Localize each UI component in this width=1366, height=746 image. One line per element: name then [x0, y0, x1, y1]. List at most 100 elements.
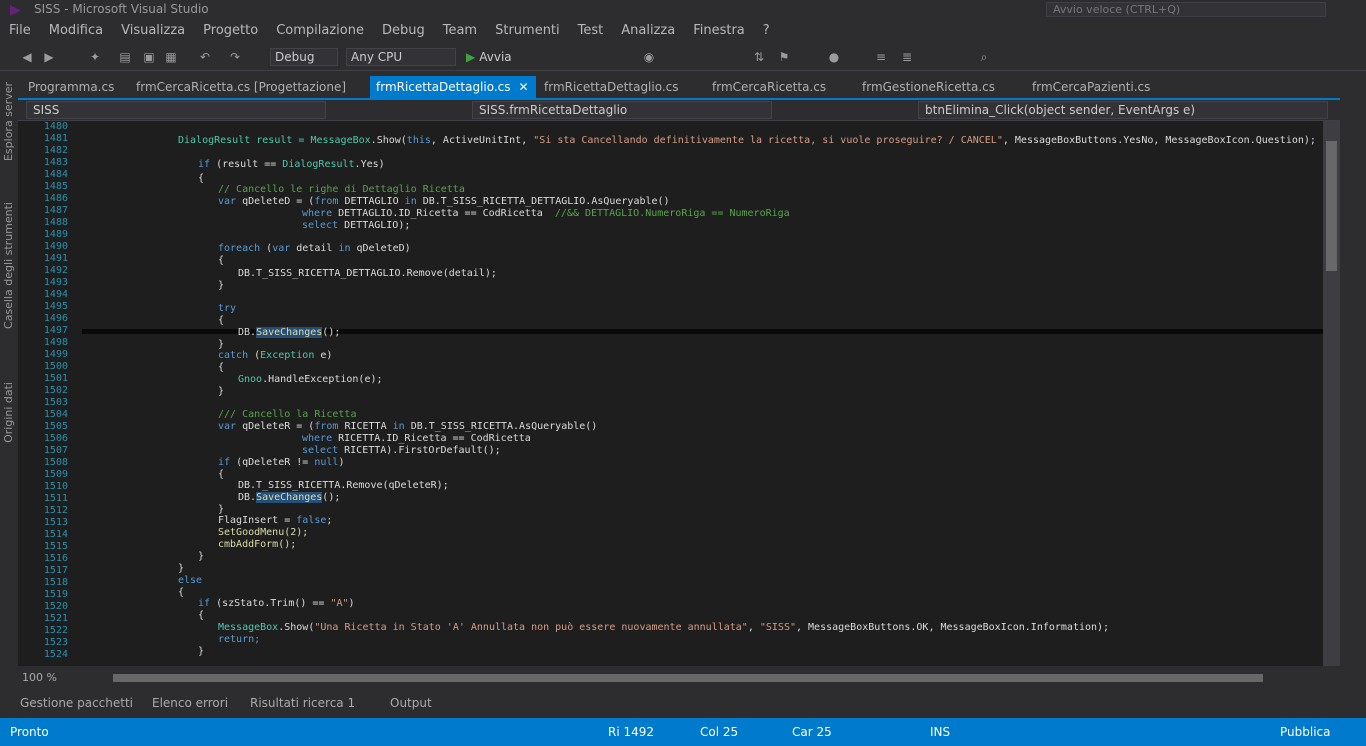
menu-debug[interactable]: Debug	[373, 20, 434, 41]
line-number: 1498	[43, 337, 68, 348]
line-number: 1486	[43, 193, 68, 204]
code-line: {	[198, 610, 205, 621]
undo-icon[interactable]: ↶	[196, 48, 214, 66]
code-line: else	[178, 575, 203, 586]
status-insert-mode: INS	[930, 725, 951, 739]
menu-strumenti[interactable]: Strumenti	[486, 20, 569, 41]
line-number: 1506	[43, 433, 68, 444]
tab-frmcercaricetta-design[interactable]: frmCercaRicetta.cs [Progettazione]	[130, 76, 352, 98]
tab-programma[interactable]: Programma.cs	[22, 76, 120, 98]
code-line: {	[218, 362, 225, 373]
solution-platform-select[interactable]: Any CPU	[346, 48, 456, 66]
line-number: 1508	[43, 457, 68, 468]
menu-modifica[interactable]: Modifica	[40, 20, 112, 41]
toolbox-tab[interactable]: Casella degli strumenti	[2, 202, 16, 329]
step-icon[interactable]: ⇅	[750, 48, 768, 66]
open-file-icon[interactable]: ▤	[116, 48, 134, 66]
line-number: 1489	[43, 229, 68, 240]
browser-icon[interactable]: ◉	[640, 48, 658, 66]
vertical-scrollbar[interactable]	[1323, 121, 1340, 666]
class-select[interactable]: SISS.frmRicettaDettaglio	[472, 101, 772, 119]
start-button[interactable]: ▶ Avvia	[466, 48, 512, 66]
new-project-icon[interactable]: ✦	[86, 48, 104, 66]
line-number: 1485	[43, 181, 68, 192]
code-line: select DETTAGLIO);	[302, 220, 411, 231]
code-area[interactable]: DialogResult result = MessageBox.Show(th…	[102, 121, 1322, 666]
menu-finestra[interactable]: Finestra	[684, 20, 754, 41]
tab-package-manager[interactable]: Gestione pacchetti	[20, 694, 133, 712]
save-icon[interactable]: ▣	[140, 48, 158, 66]
menu-progetto[interactable]: Progetto	[194, 20, 267, 41]
zoom-level-select[interactable]: 100 %	[22, 670, 57, 686]
redo-icon[interactable]: ↷	[226, 48, 244, 66]
line-number: 1520	[43, 601, 68, 612]
code-line: {	[218, 255, 225, 266]
menu-test[interactable]: Test	[569, 20, 613, 41]
code-editor[interactable]: 1480 1481 1482 1483 1484 1485 1486 1487 1488 1489…	[18, 121, 1323, 666]
line-number: 1518	[43, 577, 68, 588]
bottom-panel-tabs: Gestione pacchetti Elenco errori Risulta…	[0, 690, 1366, 716]
line-number: 1496	[43, 313, 68, 324]
horizontal-scrollbar[interactable]: 100 %	[18, 670, 1323, 686]
server-explorer-tab[interactable]: Esplora server	[2, 82, 16, 161]
horizontal-scrollbar-thumb[interactable]	[113, 674, 1263, 682]
menu-help[interactable]: ?	[754, 20, 779, 41]
project-select[interactable]: SISS	[26, 101, 326, 119]
comment-icon[interactable]: ≡	[872, 48, 890, 66]
line-number: 1514	[43, 529, 68, 540]
scrollbar-thumb[interactable]	[1326, 141, 1337, 271]
find-icon[interactable]: ⌕	[975, 48, 993, 66]
line-number: 1502	[43, 385, 68, 396]
tab-frmcercapazienti[interactable]: frmCercaPazienti.cs	[1026, 76, 1156, 98]
code-line: DB.T_SISS_RICETTA.Remove(qDeleteR);	[238, 480, 449, 491]
tab-frmricettadettaglio-2[interactable]: frmRicettaDettaglio.cs	[538, 76, 685, 98]
menu-file[interactable]: File	[0, 20, 40, 41]
quick-launch-input[interactable]: Avvio veloce (CTRL+Q)	[1046, 2, 1326, 17]
left-tool-window-strip: Esplora server Casella degli strumenti O…	[0, 72, 18, 692]
line-number: 1491	[43, 253, 68, 264]
menu-analizza[interactable]: Analizza	[612, 20, 684, 41]
save-all-icon[interactable]: ▦	[162, 48, 180, 66]
code-line: cmbAddForm();	[218, 539, 297, 550]
status-character: Car 25	[792, 725, 832, 739]
line-number: 1513	[43, 517, 68, 528]
breakpoint-icon[interactable]: ●	[825, 48, 843, 66]
status-text: Pronto	[10, 725, 49, 739]
line-number: 1499	[43, 349, 68, 360]
line-number: 1510	[43, 481, 68, 492]
line-number-gutter: 1480 1481 1482 1483 1484 1485 1486 1487 1488 1489…	[18, 121, 82, 666]
line-number: 1483	[43, 157, 68, 168]
code-line: var qDeleteR = (from RICETTA in DB.T_SIS…	[218, 421, 598, 432]
line-number: 1492	[43, 265, 68, 276]
status-bar: Pronto Ri 1492 Col 25 Car 25 INS Pubblic…	[0, 718, 1366, 746]
tab-find-results[interactable]: Risultati ricerca 1	[250, 694, 355, 712]
menu-team[interactable]: Team	[434, 20, 486, 41]
tab-frmcercaricetta[interactable]: frmCercaRicetta.cs	[706, 76, 832, 98]
solution-configuration-select[interactable]: Debug	[270, 48, 338, 66]
code-line: {	[218, 315, 225, 326]
menu-compilazione[interactable]: Compilazione	[267, 20, 373, 41]
uncomment-icon[interactable]: ≣	[898, 48, 916, 66]
line-number: 1493	[43, 277, 68, 288]
close-icon[interactable]: ✕	[519, 80, 529, 94]
tab-error-list[interactable]: Elenco errori	[152, 694, 228, 712]
menu-visualizza[interactable]: Visualizza	[112, 20, 194, 41]
code-line: DialogResult result = MessageBox.Show(th…	[178, 135, 1316, 146]
code-line: }	[218, 386, 225, 397]
member-select[interactable]: btnElimina_Click(object sender, EventArg…	[918, 101, 1328, 119]
forward-icon[interactable]: ▶	[40, 48, 58, 66]
line-number: 1504	[43, 409, 68, 420]
line-number: 1481	[43, 133, 68, 144]
tab-frmgestionericetta[interactable]: frmGestioneRicetta.cs	[856, 76, 1001, 98]
code-line: var qDeleteD = (from DETTAGLIO in DB.T_S…	[218, 196, 670, 207]
play-icon: ▶	[466, 50, 476, 64]
tab-output[interactable]: Output	[390, 694, 432, 712]
line-number: 1523	[43, 637, 68, 648]
bookmark-icon[interactable]: ⚑	[775, 48, 793, 66]
code-line: DB.SaveChanges();	[238, 327, 341, 338]
tab-frmricettadettaglio-active[interactable]: frmRicettaDettaglio.cs ✕	[370, 76, 536, 98]
publish-button[interactable]: Pubblica	[1280, 724, 1330, 740]
document-tabs: Programma.cs frmCercaRicetta.cs [Progett…	[18, 76, 1366, 98]
back-icon[interactable]: ◀	[18, 48, 36, 66]
data-sources-tab[interactable]: Origini dati	[2, 382, 16, 443]
